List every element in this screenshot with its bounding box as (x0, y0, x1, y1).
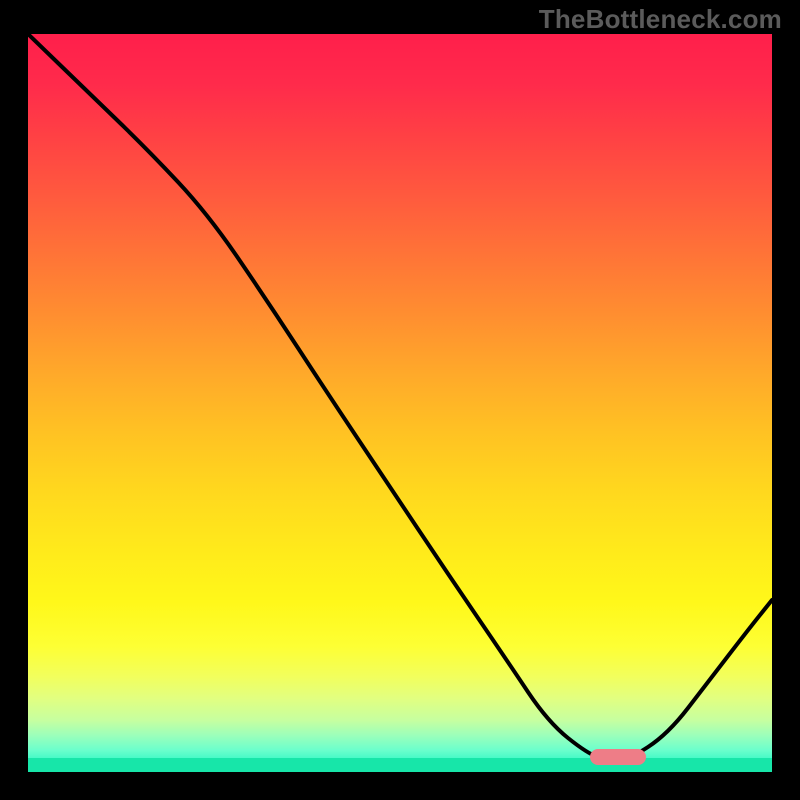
watermark-text: TheBottleneck.com (539, 4, 782, 35)
optimal-range-marker (590, 749, 646, 765)
curve-path (28, 34, 772, 760)
bottleneck-curve (28, 34, 772, 772)
chart-stage: TheBottleneck.com (0, 0, 800, 800)
plot-area (28, 34, 772, 772)
